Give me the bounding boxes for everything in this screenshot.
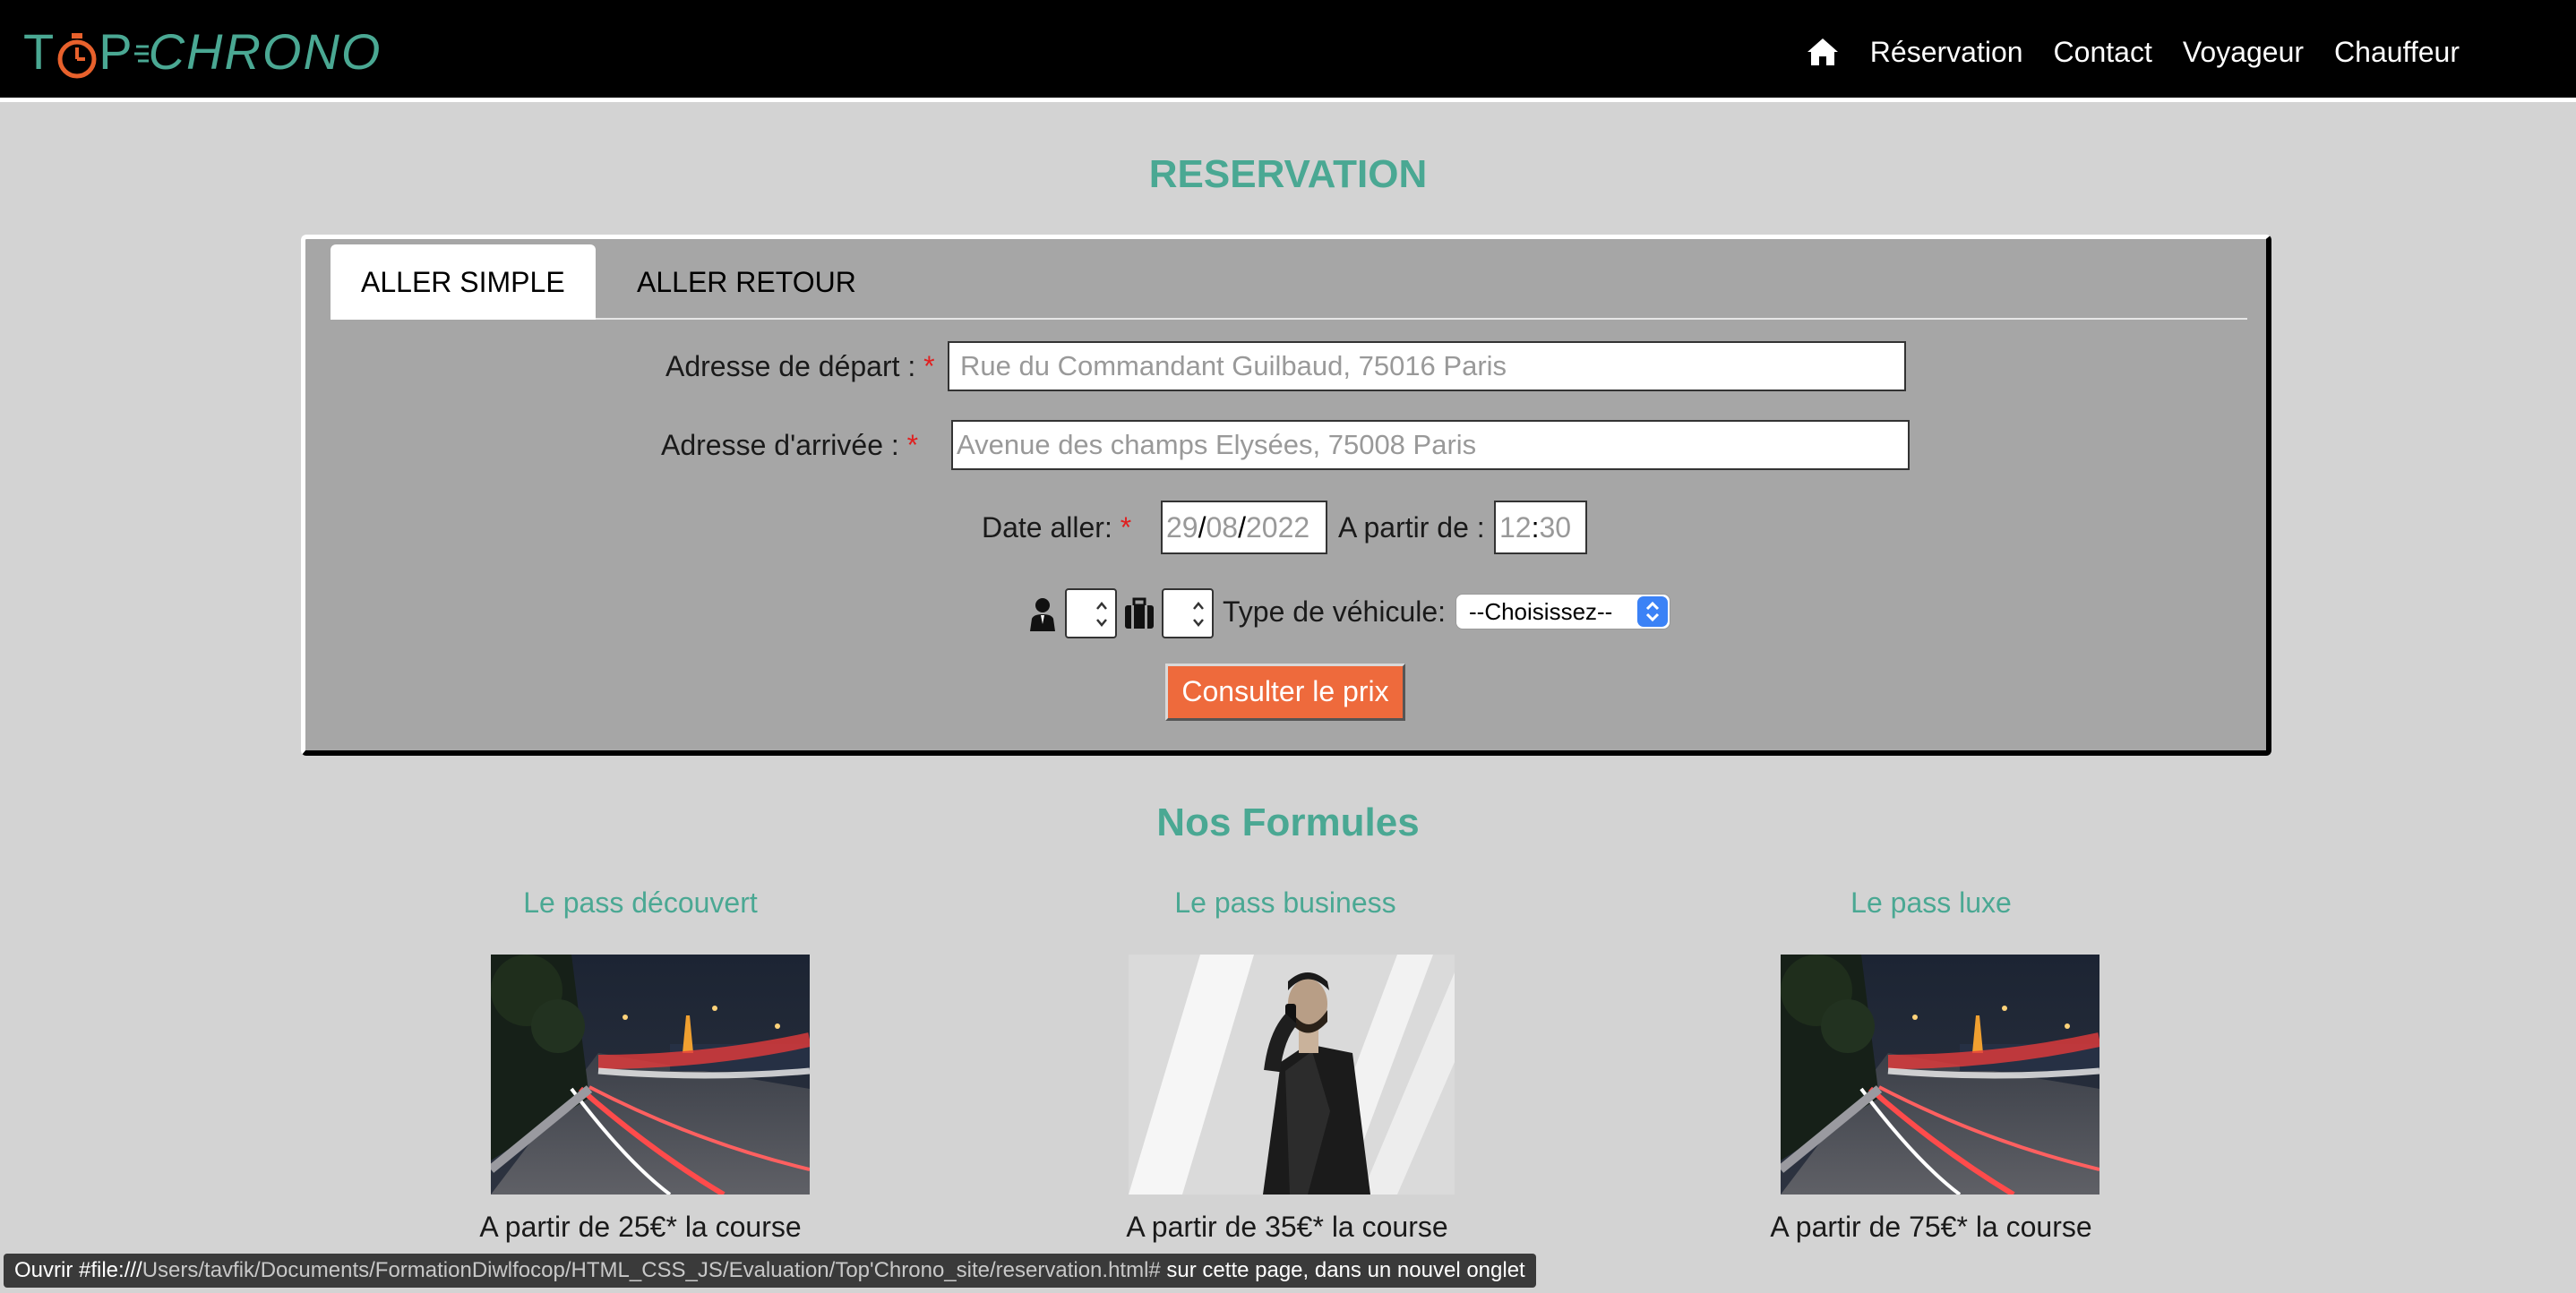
required-mark: * [906,429,919,461]
stepper-arrows-icon[interactable] [1094,597,1110,631]
link-status-bar: Ouvrir #file:///Users/tavfik/Documents/F… [4,1254,1536,1288]
logo-letter-p: P [99,23,134,80]
date-input[interactable]: 29/08/2022 [1161,501,1327,554]
time-label: A partir de : [1338,511,1485,544]
date-label: Date aller: * [982,511,1131,544]
time-input[interactable]: 12:30 [1494,501,1587,554]
select-arrows-icon[interactable] [1637,596,1668,627]
stopwatch-icon [57,33,97,79]
arrivee-address-input[interactable]: Avenue des champs Elysées, 75008 Paris [951,420,1910,470]
tab-aller-retour[interactable]: ALLER RETOUR [606,244,887,320]
date-day: 29 [1166,511,1198,544]
arrivee-label-text: Adresse d'arrivée : [661,429,899,461]
time-hour: 12 [1499,511,1532,544]
date-month: 08 [1206,511,1239,544]
site-logo[interactable]: T P CHRONO [23,23,382,81]
required-mark: * [1120,511,1132,544]
trip-tabs: ALLER SIMPLE ALLER RETOUR [331,244,2247,320]
vehicle-type-selected: --Choisissez-- [1469,598,1613,625]
reservation-form: ALLER SIMPLE ALLER RETOUR Adresse de dép… [301,235,2271,756]
nav-voyageur[interactable]: Voyageur [2183,36,2304,69]
date-label-text: Date aller: [982,511,1112,544]
logo-chrono: CHRONO [148,23,382,80]
home-icon[interactable] [1806,36,1840,68]
speed-lines-icon [133,45,149,63]
luggage-count-stepper[interactable] [1162,588,1214,638]
pass-decouvert-price: A partir de 25€* la course [479,1211,802,1243]
status-path: Users/tavfik/Documents/FormationDiwlfoco… [142,1258,1161,1282]
required-mark: * [923,350,935,382]
pass-luxe-price: A partir de 75€* la course [1770,1211,2092,1243]
time-minute: 30 [1539,511,1572,544]
pass-luxe-title: Le pass luxe [1850,886,2012,919]
depart-label-text: Adresse de départ : [665,350,916,382]
vehicle-type-label: Type de véhicule: [1223,595,1447,628]
date-year: 2022 [1245,511,1310,544]
date-separator: / [1238,511,1246,544]
nav-menu: Réservation Contact Voyageur Chauffeur [1806,27,2460,77]
pass-decouvert-image [491,955,810,1195]
stepper-arrows-icon[interactable] [1190,597,1206,631]
depart-label: Adresse de départ : * [665,350,935,383]
page-title: RESERVATION [1148,152,1428,196]
arrivee-label: Adresse d'arrivée : * [661,429,918,462]
consult-price-button[interactable]: Consulter le prix [1165,664,1405,721]
passenger-icon [1030,598,1055,631]
status-prefix: Ouvrir #file:/// [14,1258,142,1282]
tab-aller-simple[interactable]: ALLER SIMPLE [331,244,596,320]
vehicle-type-select[interactable]: --Choisissez-- [1455,594,1670,629]
navbar: T P CHRONO Réservation Contact Voyageur Ch… [0,0,2576,102]
pass-decouvert-title: Le pass découvert [523,886,758,919]
logo-letter-t: T [23,23,56,80]
pass-business-title: Le pass business [1174,886,1396,919]
nav-contact[interactable]: Contact [2054,36,2152,69]
pass-business-price: A partir de 35€* la course [1126,1211,1448,1243]
nav-reservation[interactable]: Réservation [1870,36,2023,69]
status-suffix: sur cette page, dans un nouvel onglet [1160,1258,1525,1282]
depart-address-input[interactable]: Rue du Commandant Guilbaud, 75016 Paris [948,341,1906,391]
passenger-count-stepper[interactable] [1065,588,1117,638]
pass-business-image [1129,955,1455,1195]
nav-chauffeur[interactable]: Chauffeur [2334,36,2460,69]
formules-title: Nos Formules [1156,801,1420,844]
luggage-icon [1125,597,1154,629]
pass-luxe-image [1781,955,2099,1195]
